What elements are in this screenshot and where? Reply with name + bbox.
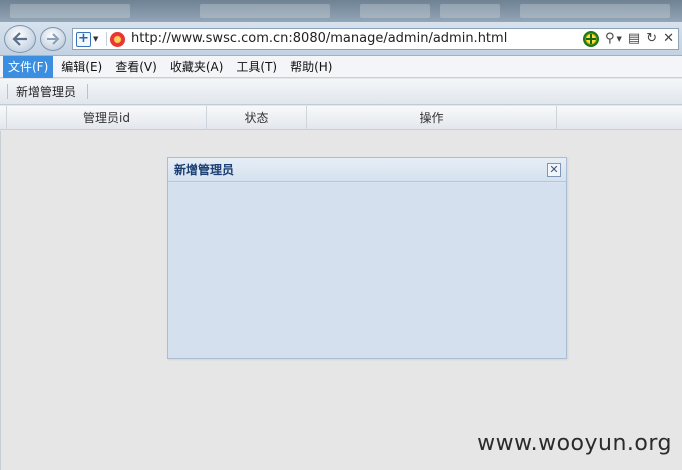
add-admin-button[interactable]: 新增管理员 [12,83,80,101]
back-arrow-icon [12,32,27,46]
refresh-icon[interactable]: ↻ [646,31,657,47]
browser-tab[interactable] [200,4,330,18]
page-toolbar: 新增管理员 [0,79,682,105]
dialog-header[interactable]: 新增管理员 ✕ [168,158,566,182]
column-header-actions[interactable]: 操作 [307,106,557,130]
address-tools: ⚲ ▼ ▤ ↻ ✕ [582,31,674,47]
column-header-status[interactable]: 状态 [207,106,307,130]
address-bar[interactable]: + ▼ http://www.swsc.com.cn:8080/manage/a… [72,28,679,50]
close-icon[interactable]: ✕ [547,163,561,177]
menu-edit[interactable]: 编辑(E) [56,56,107,78]
dialog-body [168,183,566,358]
menu-bar: 文件(F) 编辑(E) 查看(V) 收藏夹(A) 工具(T) 帮助(H) [0,55,682,78]
column-header-admin-id[interactable]: 管理员id [7,106,207,130]
security-shield-icon: + [76,31,91,47]
chevron-down-icon[interactable]: ▼ [617,35,622,43]
forward-button[interactable] [40,27,66,51]
site-favicon-icon [110,32,125,47]
grid-header: 管理员id 状态 操作 [0,106,682,130]
menu-help[interactable]: 帮助(H) [285,56,337,78]
toolbar-separator [7,84,8,99]
menu-tools[interactable]: 工具(T) [231,56,282,78]
add-admin-dialog: 新增管理员 ✕ [167,157,567,359]
browser-tab[interactable] [360,4,430,18]
menu-file[interactable]: 文件(F) [3,55,54,78]
browser-tab[interactable] [520,4,670,18]
search-icon[interactable]: ⚲ [605,31,615,47]
security-shield-button[interactable]: + ▼ [76,31,102,47]
stop-icon[interactable]: ✕ [663,31,674,47]
address-url[interactable]: http://www.swsc.com.cn:8080/manage/admin… [131,31,507,47]
menu-view[interactable]: 查看(V) [110,56,162,78]
back-button[interactable] [4,25,36,53]
browser-tab[interactable] [440,4,500,18]
watermark: www.wooyun.org [477,431,672,456]
grid-header-spacer [0,106,7,130]
chevron-down-icon: ▼ [93,35,99,43]
browser-title-bar [0,0,682,22]
dialog-title: 新增管理员 [174,163,235,177]
add-favorite-icon[interactable] [582,31,599,47]
toolbar-separator [87,84,88,99]
address-separator [106,32,107,46]
menu-favorites[interactable]: 收藏夹(A) [165,56,229,78]
compatibility-view-icon[interactable]: ▤ [628,31,640,47]
navigation-bar: + ▼ http://www.swsc.com.cn:8080/manage/a… [0,22,682,56]
forward-arrow-icon [47,33,60,45]
browser-tab[interactable] [10,4,130,18]
